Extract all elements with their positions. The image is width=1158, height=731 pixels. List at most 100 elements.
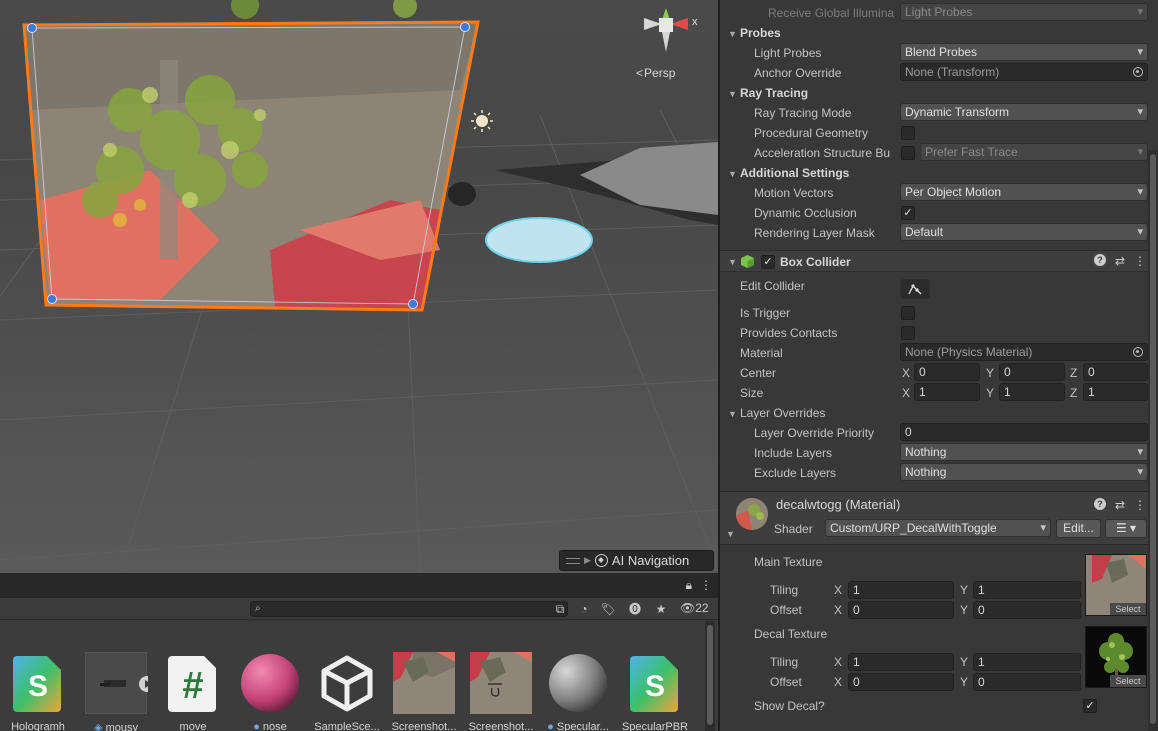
object-picker-icon[interactable] [1133,67,1143,77]
decal-tiling-y-field[interactable]: 1 [973,653,1081,671]
presets-icon[interactable]: ⇄ [1115,498,1125,512]
accel-structure-dropdown[interactable]: Prefer Fast Trace [920,143,1148,161]
ray-tracing-foldout-icon[interactable]: ▼ [728,89,737,99]
material-header[interactable]: ▼ decalwtogg (Material) ? ⇄ ⋮ Shader Cus… [720,491,1158,545]
object-picker-icon[interactable] [1133,347,1143,357]
asset-item[interactable]: S SpecularPBR [619,652,691,731]
box-collider-header[interactable]: ▼ ✓ Box Collider ? ⇄ ⋮ [720,250,1158,272]
more-menu-icon[interactable]: ⋮ [700,578,712,593]
selected-decal-quad [22,20,480,312]
project-asset-grid: S Hologramh ◈ mousy # move ● nose Sample… [0,621,718,731]
project-panel-header: 🔒︎ ⋮ [0,573,718,598]
asset-item[interactable]: ◈ mousy [80,652,155,731]
receive-gi-dropdown[interactable]: Light Probes [900,3,1148,21]
size-x-field[interactable]: 1 [914,383,980,401]
main-tiling-y-axis: Y [960,583,969,597]
physics-material-field[interactable]: None (Physics Material) [900,343,1148,361]
provides-contacts-checkbox[interactable] [901,326,915,340]
asset-item[interactable]: SampleSce... [311,652,383,731]
warnings-icon[interactable]: ⓿ [626,601,644,617]
help-icon[interactable]: ? [1093,254,1106,266]
decal-texture-slot[interactable]: Select [1085,626,1147,688]
size-y-axis: Y [986,386,995,400]
asset-item[interactable]: Screenshot... [465,652,537,731]
probes-header[interactable]: Probes [740,26,781,40]
main-texture-slot[interactable]: Select [1085,554,1147,616]
motion-vectors-dropdown[interactable]: Per Object Motion [900,183,1148,201]
main-texture-select-button[interactable]: Select [1110,603,1146,615]
probes-foldout-icon[interactable]: ▼ [728,29,737,39]
projection-toggle[interactable]: < Persp [636,66,675,80]
prefab-preview-icon [85,652,155,714]
anchor-override-field[interactable]: None (Transform) [900,63,1148,81]
edit-shader-button[interactable]: Edit... [1056,519,1101,538]
asset-label: move [179,721,207,731]
provides-contacts-label: Provides Contacts [740,326,838,340]
orientation-gizmo[interactable]: x [626,8,706,58]
show-decal-checkbox[interactable]: ✓ [1083,699,1097,713]
project-search-input[interactable]: ⌕ [250,601,568,617]
ray-tracing-mode-dropdown[interactable]: Dynamic Transform [900,103,1148,121]
layer-overrides-foldout-icon[interactable]: ▼ [728,409,737,419]
receive-gi-label: Receive Global Illumina [768,6,895,20]
procedural-geometry-checkbox[interactable] [901,126,915,140]
material-foldout-icon[interactable]: ▼ [726,529,735,539]
decal-offset-x-field[interactable]: 0 [848,673,954,691]
ai-navigation-overlay[interactable]: ▶ AI Navigation [559,550,714,571]
ray-tracing-header[interactable]: Ray Tracing [740,86,808,100]
main-tiling-y-field[interactable]: 1 [973,581,1081,599]
filter-by-type-icon[interactable]: ◔ [575,601,593,617]
presets-icon[interactable]: ⇄ [1115,254,1125,268]
material-options-button[interactable]: ☰ ▾ [1105,519,1147,538]
additional-settings-foldout-icon[interactable]: ▼ [728,169,737,179]
expand-arrow-icon: ▶ [584,555,591,565]
lock-icon[interactable]: 🔒︎ [686,578,692,593]
rendering-layer-mask-dropdown[interactable]: Default [900,223,1148,241]
shader-dropdown[interactable]: Custom/URP_DecalWithToggle [825,519,1051,537]
asset-item[interactable]: # move [157,652,229,731]
main-offset-x-field[interactable]: 0 [848,601,954,619]
light-probes-dropdown[interactable]: Blend Probes [900,43,1148,61]
additional-settings-header[interactable]: Additional Settings [740,166,849,180]
scene-view[interactable]: x < Persp ▶ AI Navigation [0,0,718,573]
asset-item[interactable]: ● nose [234,652,306,731]
size-label: Size [740,386,764,400]
project-scrollbar[interactable] [705,621,715,731]
favorites-star-icon[interactable]: ★ [652,601,670,617]
accel-structure-checkbox[interactable] [901,146,915,160]
asset-item[interactable]: Screenshot... [388,652,460,731]
filter-by-label-icon[interactable]: 🏷︎ [599,601,617,617]
component-menu-icon[interactable]: ⋮ [1134,254,1146,268]
visible-count[interactable]: 👁︎22 [680,601,709,615]
decal-offset-y-field[interactable]: 0 [973,673,1081,691]
center-x-field[interactable]: 0 [914,363,980,381]
inspector-scrollbar[interactable] [1148,150,1158,731]
box-collider-foldout-icon[interactable]: ▼ [728,257,737,267]
include-layers-dropdown[interactable]: Nothing [900,443,1148,461]
shader-graph-icon: S [7,652,69,714]
rendering-layer-mask-label: Rendering Layer Mask [754,226,875,240]
asset-item[interactable]: ● Specular... [542,652,614,731]
is-trigger-checkbox[interactable] [901,306,915,320]
box-collider-enabled-checkbox[interactable]: ✓ [761,255,775,269]
center-z-field[interactable]: 0 [1083,363,1148,381]
help-icon[interactable]: ? [1093,498,1106,510]
grip-icon [566,557,580,564]
search-filter-icon[interactable]: ⧉ [551,601,569,617]
size-y-field[interactable]: 1 [999,383,1065,401]
decal-tiling-x-field[interactable]: 1 [848,653,954,671]
layer-override-priority-field[interactable]: 0 [900,423,1148,441]
asset-item[interactable]: S Hologramh [2,652,74,731]
box-collider-icon [741,255,754,268]
dynamic-occlusion-checkbox[interactable]: ✓ [901,206,915,220]
main-offset-y-field[interactable]: 0 [973,601,1081,619]
edit-collider-button[interactable] [900,279,930,299]
layer-overrides-header[interactable]: Layer Overrides [740,406,825,420]
decal-texture-select-button[interactable]: Select [1110,675,1146,687]
exclude-layers-dropdown[interactable]: Nothing [900,463,1148,481]
main-tiling-x-field[interactable]: 1 [848,581,954,599]
size-z-field[interactable]: 1 [1083,383,1148,401]
component-menu-icon[interactable]: ⋮ [1134,498,1146,512]
decal-offset-x-axis: X [834,675,843,689]
center-y-field[interactable]: 0 [999,363,1065,381]
